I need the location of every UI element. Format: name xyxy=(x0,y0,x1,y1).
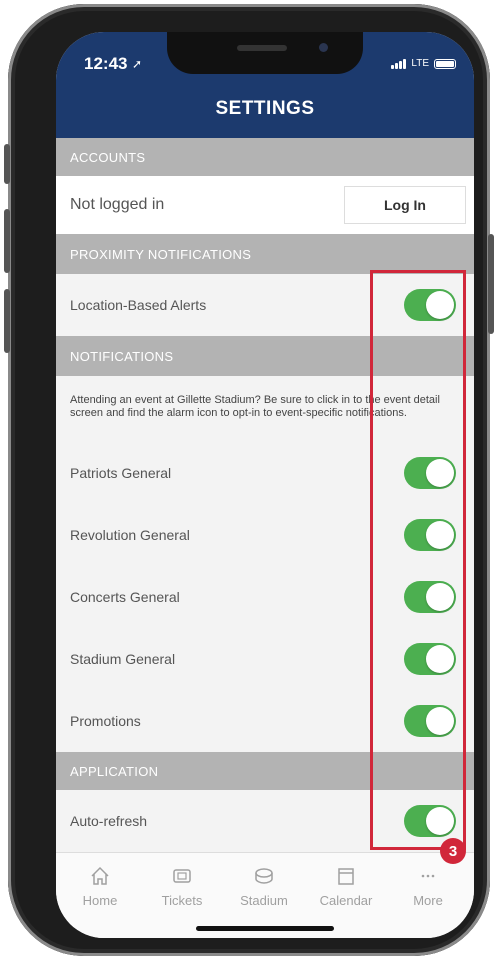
home-icon xyxy=(91,866,109,885)
setting-label: Promotions xyxy=(70,713,141,729)
step-badge: 3 xyxy=(440,838,466,864)
status-indicators: LTE xyxy=(391,58,456,69)
stadium-icon xyxy=(255,868,273,884)
battery-icon xyxy=(434,58,456,69)
power-button xyxy=(488,234,494,334)
tab-label: Stadium xyxy=(240,893,288,908)
calendar-icon xyxy=(338,868,354,885)
tab-tickets[interactable]: Tickets xyxy=(142,865,222,908)
tab-label: More xyxy=(413,893,443,908)
speaker-grille xyxy=(237,45,287,51)
setting-label: Concerts General xyxy=(70,589,180,605)
location-arrow-icon: ➚ xyxy=(132,57,143,71)
toggles-highlight-box xyxy=(370,270,466,850)
mute-switch xyxy=(4,144,10,184)
tab-more[interactable]: More xyxy=(388,865,468,908)
page-title: SETTINGS xyxy=(215,98,315,119)
volume-down-button xyxy=(4,289,10,353)
section-proximity: PROXIMITY NOTIFICATIONS xyxy=(56,234,474,274)
tab-label: Tickets xyxy=(161,893,203,908)
account-row: Not logged in Log In xyxy=(56,176,474,234)
status-time: 12:43 xyxy=(84,54,128,73)
setting-label: Revolution General xyxy=(70,527,190,543)
network-type: LTE xyxy=(411,58,429,69)
tab-stadium[interactable]: Stadium xyxy=(224,865,304,908)
more-icon xyxy=(421,874,435,878)
section-accounts: ACCOUNTS xyxy=(56,138,474,176)
tab-label: Calendar xyxy=(319,893,373,908)
tab-home[interactable]: Home xyxy=(60,865,140,908)
tab-calendar[interactable]: Calendar xyxy=(306,865,386,908)
home-indicator xyxy=(196,926,334,931)
front-camera xyxy=(319,43,328,52)
tab-label: Home xyxy=(82,893,118,908)
volume-up-button xyxy=(4,209,10,273)
setting-label: Stadium General xyxy=(70,651,176,667)
setting-label: Patriots General xyxy=(70,465,172,481)
ticket-icon xyxy=(173,869,191,883)
notch xyxy=(167,32,363,74)
signal-icon xyxy=(391,58,407,69)
login-button[interactable]: Log In xyxy=(344,186,466,224)
setting-label: Auto-refresh xyxy=(70,813,148,829)
account-status: Not logged in xyxy=(70,196,165,213)
setting-label: Location-Based Alerts xyxy=(70,297,207,313)
